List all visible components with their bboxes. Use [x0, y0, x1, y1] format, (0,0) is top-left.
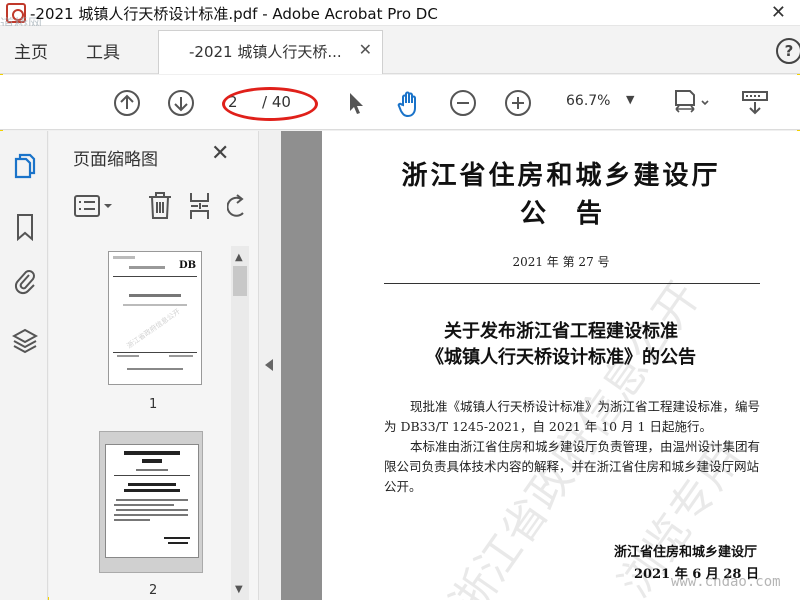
- window-close-icon[interactable]: ✕: [771, 2, 786, 23]
- subject-line-1: 关于发布浙江省工程建设标准: [444, 321, 678, 342]
- chevron-down-icon[interactable]: ▼: [626, 93, 634, 106]
- document-page: 浙江省政府信息公开 浏览专用 浙江省住房和城乡建设厅 公告 2021 年 第 2…: [322, 131, 800, 600]
- tab-document-label: -2021 城镇人行天桥...: [189, 43, 342, 61]
- document-heading-notice: 公告: [519, 199, 632, 229]
- main-toolbar: / 40 66.7% ▼: [0, 75, 800, 130]
- svg-text:浙江省政府信息公开: 浙江省政府信息公开: [125, 307, 182, 351]
- scroll-up-icon[interactable]: ▲: [235, 252, 243, 263]
- zoom-out-icon[interactable]: [449, 89, 477, 117]
- thumbnails-panel: 页面缩略图 ✕ DB 浙江省政府信息公开 1 2 ▲ ▼: [49, 131, 259, 600]
- close-tab-icon[interactable]: ✕: [359, 40, 372, 59]
- hand-tool-icon[interactable]: [394, 89, 422, 118]
- layers-icon[interactable]: [12, 327, 38, 354]
- select-pointer-icon[interactable]: [342, 89, 370, 117]
- prev-page-icon[interactable]: [113, 89, 141, 117]
- page-thumbnails-icon[interactable]: [12, 153, 38, 179]
- document-viewer[interactable]: 浙江省政府信息公开 浏览专用 浙江省住房和城乡建设厅 公告 2021 年 第 2…: [281, 131, 800, 600]
- thumbnail-label-1: 1: [149, 397, 158, 412]
- body-paragraph-1: 现批准《城镇人行天桥设计标准》为浙江省工程建设标准，编号为 DB33/T 124…: [384, 399, 761, 434]
- document-heading: 浙江省住房和城乡建设厅: [401, 161, 721, 191]
- svg-text:DB: DB: [179, 260, 196, 271]
- thumbnail-options-icon[interactable]: [73, 193, 115, 219]
- body-paragraph-2: 本标准由浙江省住房和城乡建设厅负责管理，由温州设计集团有限公司负责具体技术内容的…: [384, 439, 761, 494]
- attachments-icon[interactable]: [12, 267, 38, 295]
- tab-tools[interactable]: 工具: [86, 38, 120, 63]
- panel-close-icon[interactable]: ✕: [211, 141, 229, 166]
- red-annotation-ellipse: [222, 87, 318, 121]
- signature: 浙江省住房和城乡建设厅: [614, 545, 758, 560]
- bookmarks-icon[interactable]: [12, 213, 38, 241]
- page-fit-icon[interactable]: [672, 89, 712, 117]
- tab-home[interactable]: 主页: [14, 38, 48, 63]
- window-title: -2021 城镇人行天桥设计标准.pdf - Adobe Acrobat Pro…: [30, 5, 438, 23]
- next-page-icon[interactable]: [167, 89, 195, 117]
- tab-bar: 主页 工具 -2021 城镇人行天桥... ✕ ?: [0, 26, 800, 74]
- left-nav-strip: [0, 131, 48, 600]
- help-icon[interactable]: ?: [776, 38, 800, 64]
- collapse-panel-icon[interactable]: [265, 359, 273, 371]
- scroll-mode-icon[interactable]: [740, 89, 770, 117]
- zoom-level-select[interactable]: 66.7%: [566, 93, 610, 109]
- heading-rule: [384, 283, 760, 284]
- panel-scrollbar[interactable]: ▲ ▼: [231, 246, 249, 600]
- rotate-page-icon[interactable]: [227, 193, 247, 219]
- page-thumbnail-2[interactable]: [105, 444, 199, 558]
- notice-number: 2021 年 第 27 号: [512, 255, 610, 269]
- page-thumbnail-2-selected[interactable]: [99, 431, 203, 573]
- panel-splitter[interactable]: [259, 131, 281, 600]
- url-watermark: www.cndao.com: [671, 574, 781, 590]
- panel-toolbar: [49, 181, 249, 231]
- panel-title: 页面缩略图: [73, 150, 158, 170]
- title-bar: 道桥网 -2021 城镇人行天桥设计标准.pdf - Adobe Acrobat…: [0, 0, 800, 33]
- tab-document[interactable]: -2021 城镇人行天桥... ✕: [158, 30, 383, 74]
- subject-line-2: 《城镇人行天桥设计标准》的公告: [426, 347, 696, 368]
- delete-page-icon[interactable]: [147, 191, 173, 221]
- scroll-down-icon[interactable]: ▼: [235, 584, 243, 595]
- zoom-in-icon[interactable]: [504, 89, 532, 117]
- thumbnail-label-2: 2: [149, 583, 158, 598]
- page-thumbnail-1[interactable]: DB 浙江省政府信息公开: [108, 251, 202, 385]
- scrollbar-thumb[interactable]: [233, 266, 247, 296]
- insert-page-icon[interactable]: [188, 191, 214, 221]
